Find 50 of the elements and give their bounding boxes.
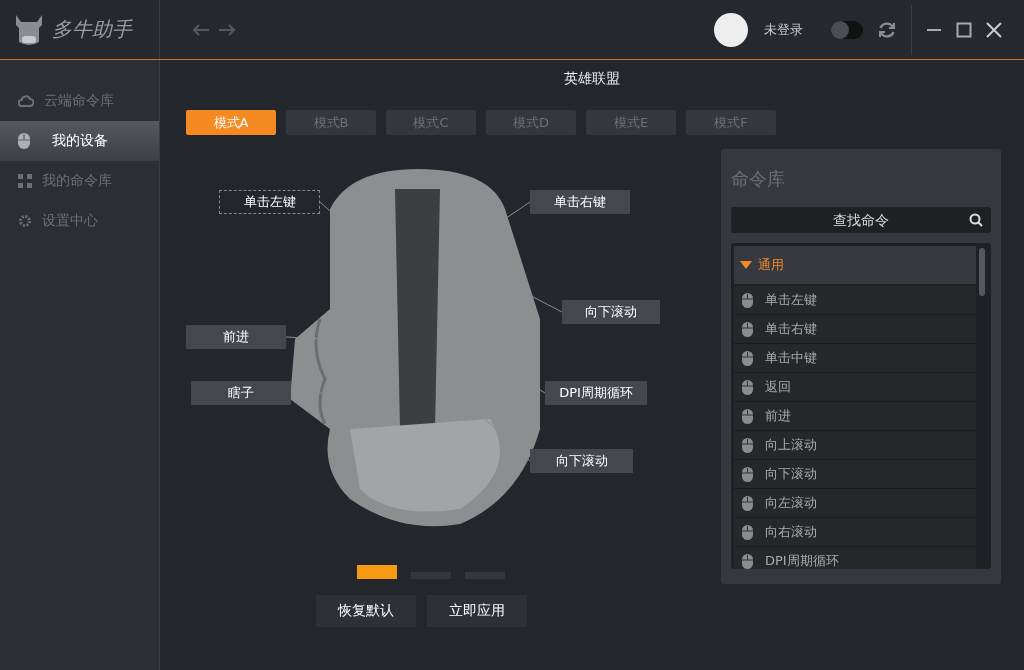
page-title: 英雄联盟 — [563, 70, 621, 88]
leader-line — [484, 418, 531, 462]
button-mapping-label[interactable]: 向下滚动 — [562, 300, 660, 324]
grid-icon — [18, 174, 32, 188]
button-mapping-label[interactable]: 瞎子 — [191, 381, 291, 405]
settings-icon — [18, 214, 32, 228]
avatar-icon[interactable] — [714, 12, 748, 47]
back-arrow-icon[interactable] — [192, 22, 210, 37]
action-button[interactable]: 立即应用 — [427, 595, 527, 627]
toggle-switch[interactable] — [831, 20, 863, 39]
mouse-icon — [742, 292, 753, 308]
search-field[interactable]: 查找命令 — [731, 207, 991, 233]
search-icon — [969, 213, 983, 227]
command-item[interactable]: 向上滚动 — [734, 431, 976, 460]
command-item[interactable]: DPI周期循环 — [734, 547, 976, 569]
mouse-icon — [18, 133, 30, 149]
mouse-icon — [742, 553, 753, 569]
maximize-icon[interactable] — [956, 21, 972, 38]
button-mapping-label[interactable]: 向下滚动 — [530, 449, 633, 473]
action-button[interactable]: 恢复默认 — [316, 595, 416, 627]
button-mapping-label[interactable]: 单击右键 — [530, 190, 630, 214]
button-mapping-label[interactable]: DPI周期循环 — [545, 381, 647, 405]
command-item[interactable]: 单击右键 — [734, 315, 976, 344]
forward-arrow-icon[interactable] — [218, 22, 236, 37]
group-header[interactable]: 通用 — [734, 246, 976, 284]
command-item[interactable]: 单击左键 — [734, 286, 976, 315]
caret-icon — [740, 261, 752, 269]
command-item[interactable]: 向下滚动 — [734, 460, 976, 489]
mouse-icon — [742, 408, 753, 424]
mouse-icon — [742, 495, 753, 511]
mouse-icon — [742, 437, 753, 453]
mouse-icon — [742, 466, 753, 482]
command-item[interactable]: 前进 — [734, 402, 976, 431]
mouse-icon — [742, 350, 753, 366]
mouse-icon — [742, 321, 753, 337]
button-mapping-label[interactable]: 前进 — [186, 325, 286, 349]
panel-title: 命令库 — [731, 167, 786, 191]
mouse-icon — [742, 379, 753, 395]
button-mapping-label[interactable]: 单击左键 — [219, 190, 320, 214]
mouse-icon — [742, 524, 753, 540]
command-item[interactable]: 向左滚动 — [734, 489, 976, 518]
close-icon[interactable] — [986, 21, 1002, 38]
login-status[interactable]: 未登录 — [764, 20, 803, 39]
command-item[interactable]: 向右滚动 — [734, 518, 976, 547]
app-name: 多牛助手 — [52, 16, 132, 43]
refresh-icon[interactable] — [877, 19, 897, 40]
command-item[interactable]: 返回 — [734, 373, 976, 402]
command-item[interactable]: 单击中键 — [734, 344, 976, 373]
sidebar-item[interactable]: 我的设备 — [0, 121, 159, 161]
cloud-icon — [18, 95, 34, 107]
